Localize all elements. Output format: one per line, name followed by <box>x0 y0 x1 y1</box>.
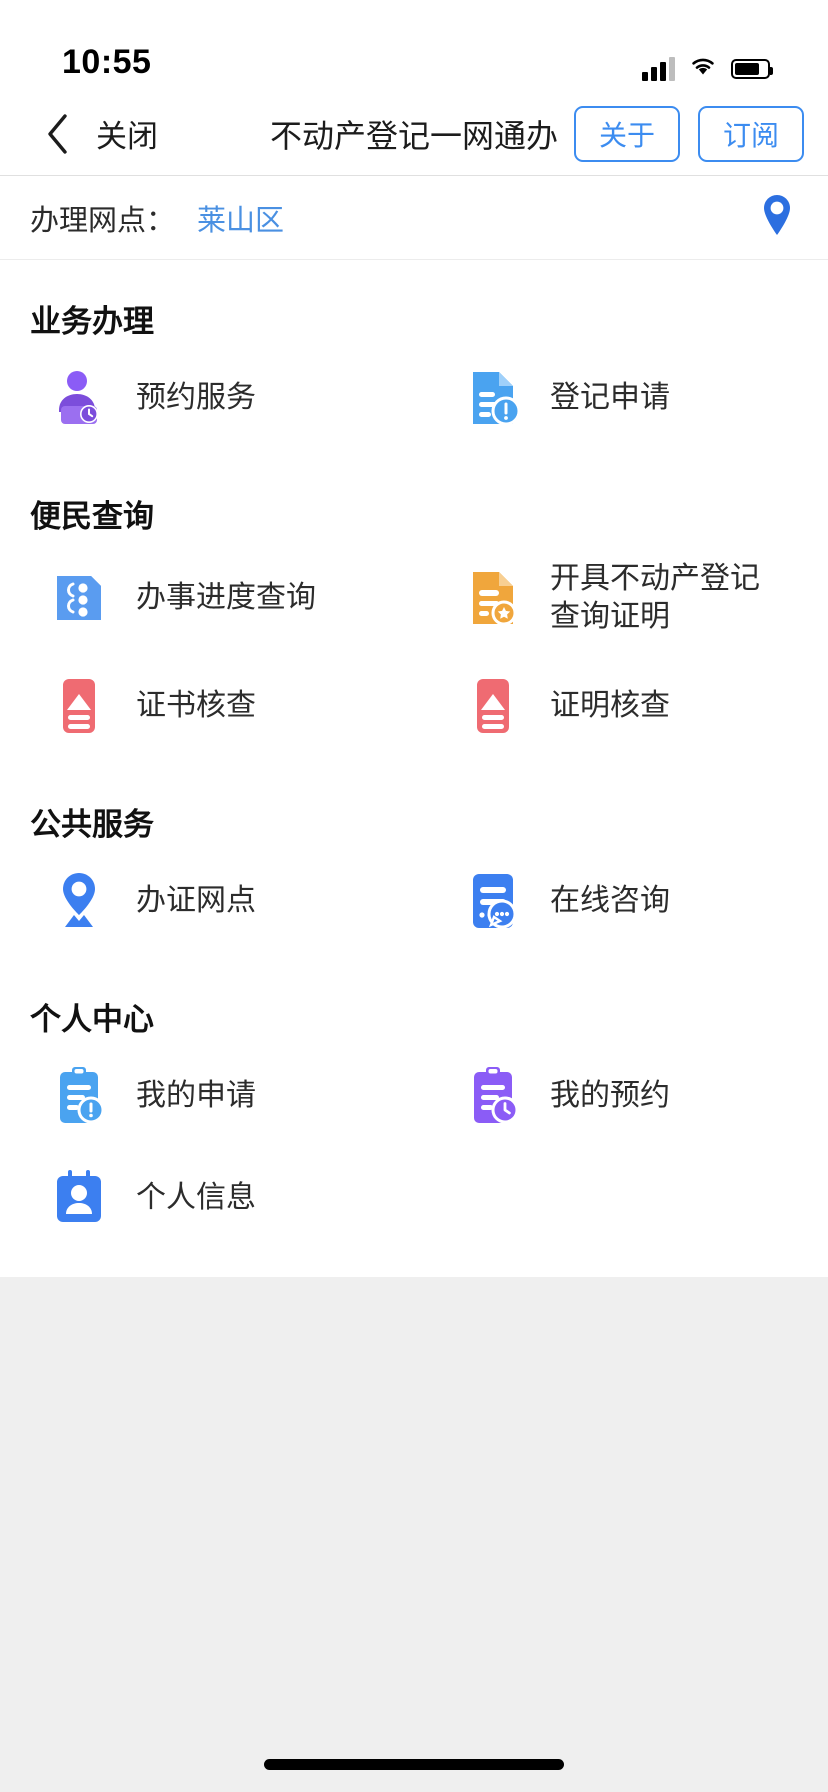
main-content: 办理网点： 莱山区 业务办理 预约服务 登记申请 便民查询 办事进度查询 开具不… <box>0 176 828 1277</box>
section-public-service: 公共服务 办证网点 在线咨询 <box>0 763 828 958</box>
section-grid: 办事进度查询 开具不动产登记 查询证明 证书核查 证明核查 <box>0 542 828 757</box>
appointment-person-clock-icon <box>46 365 112 431</box>
home-indicator-area <box>0 1736 828 1792</box>
service-item-label: 我的预约 <box>550 1078 670 1112</box>
service-item-my-appointment[interactable]: 我的预约 <box>414 1045 828 1147</box>
location-value[interactable]: 莱山区 <box>197 197 284 239</box>
personal-info-badge-icon <box>46 1165 112 1231</box>
service-item-label: 个人信息 <box>136 1180 256 1214</box>
my-application-clipboard-icon <box>46 1063 112 1129</box>
section-title: 业务办理 <box>30 304 154 339</box>
status-bar: 10:55 <box>0 0 828 92</box>
certificate-star-document-icon <box>460 565 526 631</box>
section-grid: 办证网点 在线咨询 <box>0 850 828 952</box>
service-item-appointment[interactable]: 预约服务 <box>0 347 414 449</box>
service-item-label: 预约服务 <box>136 380 256 414</box>
chevron-left-icon[interactable] <box>34 105 80 163</box>
about-button[interactable]: 关于 <box>574 105 680 162</box>
service-location-row[interactable]: 办理网点： 莱山区 <box>0 176 828 260</box>
service-item-progress-query[interactable]: 办事进度查询 <box>0 542 414 655</box>
wifi-icon <box>688 55 718 82</box>
section-title: 公共服务 <box>30 806 154 842</box>
certificate-verify-icon <box>46 673 112 739</box>
service-item-label: 办证网点 <box>136 883 256 917</box>
my-appointment-clipboard-clock-icon <box>460 1063 526 1129</box>
service-item-personal-info[interactable]: 个人信息 <box>0 1147 414 1249</box>
service-item-label-line2: 查询证明 <box>550 600 670 634</box>
service-item-certificate-verify[interactable]: 证书核查 <box>0 655 414 757</box>
service-item-my-application[interactable]: 我的申请 <box>0 1045 414 1147</box>
proof-verify-icon <box>460 673 526 739</box>
location-label: 办理网点： <box>30 204 176 237</box>
section-grid: 预约服务 登记申请 <box>0 347 828 449</box>
battery-icon <box>731 58 773 79</box>
progress-query-card-icon <box>46 565 112 631</box>
subscribe-button[interactable]: 订阅 <box>698 105 804 162</box>
service-item-registration[interactable]: 登记申请 <box>414 347 828 449</box>
section-convenience-query: 便民查询 办事进度查询 开具不动产登记 查询证明 证书核查 证明核查 <box>0 455 828 763</box>
nav-bar: 关闭 不动产登记一网通办 关于 订阅 <box>0 92 828 176</box>
cellular-signal-icon <box>642 56 675 81</box>
service-item-label: 我的申请 <box>136 1078 256 1112</box>
section-business: 业务办理 预约服务 登记申请 <box>0 260 828 455</box>
location-pin-icon[interactable] <box>760 193 794 242</box>
registration-document-icon <box>460 365 526 431</box>
online-consult-chat-icon <box>460 868 526 934</box>
section-title: 个人中心 <box>30 1001 154 1037</box>
service-item-issue-certificate[interactable]: 开具不动产登记 查询证明 <box>414 542 828 655</box>
section-title: 便民查询 <box>30 499 154 534</box>
service-item-label: 证书核查 <box>136 688 256 722</box>
service-item-label: 证明核查 <box>550 688 670 722</box>
status-time: 10:55 <box>62 43 152 81</box>
section-personal-center: 个人中心 我的申请 我的预约 个人信息 <box>0 958 828 1255</box>
service-item-proof-verify[interactable]: 证明核查 <box>414 655 828 757</box>
close-button[interactable]: 关闭 <box>96 111 158 156</box>
home-indicator-bar[interactable] <box>264 1758 564 1770</box>
service-item-label: 开具不动产登记 查询证明 <box>550 560 760 637</box>
service-item-office-locations[interactable]: 办证网点 <box>0 850 414 952</box>
service-item-label-line1: 开具不动产登记 <box>550 562 760 595</box>
nav-actions: 关于 订阅 <box>574 105 804 162</box>
service-item-online-consult[interactable]: 在线咨询 <box>414 850 828 952</box>
phone-screen: 10:55 关闭 不动产登记一网通办 关于 订阅 办理网点： 莱山区 业务办理 … <box>0 0 828 1792</box>
service-location-pin-icon <box>46 868 112 934</box>
service-item-label: 办事进度查询 <box>136 581 316 615</box>
service-item-label: 登记申请 <box>550 380 670 414</box>
status-indicators <box>642 55 773 82</box>
service-item-label: 在线咨询 <box>550 883 670 917</box>
section-grid: 我的申请 我的预约 个人信息 <box>0 1045 828 1249</box>
